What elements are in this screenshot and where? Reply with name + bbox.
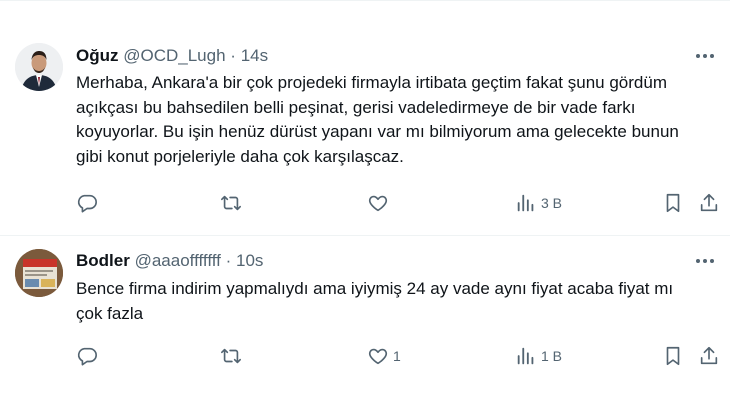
heart-icon (368, 195, 388, 212)
share-icon (700, 346, 718, 365)
tweet-text: Bence firma indirim yapmalıydı ama iyiym… (76, 279, 674, 323)
author-handle[interactable]: @OCD_Lugh (123, 46, 225, 65)
views-button[interactable]: 1 B (515, 342, 562, 370)
more-options-button[interactable] (690, 44, 720, 68)
share-button[interactable] (698, 342, 720, 370)
retweet-icon (221, 348, 241, 364)
reply-icon (77, 194, 97, 213)
retweet-button[interactable] (220, 189, 246, 217)
author-name[interactable]: Oğuz (76, 46, 119, 65)
avatar[interactable] (15, 43, 63, 91)
views-button[interactable]: 3 B (515, 189, 562, 217)
like-button[interactable] (367, 189, 393, 217)
retweet-button[interactable] (220, 342, 246, 370)
separator-dot: · (225, 251, 232, 270)
views-bar-chart-icon (517, 194, 534, 212)
tweet[interactable]: Bodler @aaaofffffff · 10s Bence firma in… (0, 235, 730, 420)
bookmark-button[interactable] (662, 342, 684, 370)
more-horizontal-icon (696, 259, 714, 263)
like-count: 1 (393, 348, 401, 364)
tweet-actions: 3 B (0, 189, 730, 217)
tweet[interactable]: Oğuz @OCD_Lugh · 14s Merhaba, Ankara'a b… (0, 0, 730, 236)
bookmark-icon (666, 193, 680, 213)
author-name[interactable]: Bodler (76, 251, 130, 270)
tweet-actions: 1 1 B (0, 342, 730, 370)
tweet-header: Oğuz @OCD_Lugh · 14s (76, 44, 680, 68)
share-icon (700, 193, 718, 212)
person-avatar-icon (15, 43, 63, 91)
like-button[interactable]: 1 (367, 342, 401, 370)
more-horizontal-icon (696, 54, 714, 58)
share-button[interactable] (698, 189, 720, 217)
reply-icon (77, 347, 97, 366)
view-count: 3 B (541, 195, 563, 211)
avatar[interactable] (15, 249, 63, 297)
more-options-button[interactable] (690, 249, 720, 273)
bookmark-icon (666, 346, 680, 366)
retweet-icon (221, 195, 241, 211)
timestamp[interactable]: 10s (236, 251, 263, 270)
tweet-text: Merhaba, Ankara'a bir çok projedeki firm… (76, 73, 679, 166)
tweet-header: Bodler @aaaofffffff · 10s (76, 249, 680, 273)
reply-button[interactable] (76, 189, 102, 217)
author-handle[interactable]: @aaaofffffff (135, 251, 221, 270)
view-count: 1 B (541, 348, 563, 364)
timestamp[interactable]: 14s (241, 46, 268, 65)
heart-icon (368, 348, 388, 365)
reply-button[interactable] (76, 342, 102, 370)
bookmark-button[interactable] (662, 189, 684, 217)
separator-dot: · (230, 46, 236, 65)
tweet-feed: Oğuz @OCD_Lugh · 14s Merhaba, Ankara'a b… (0, 0, 730, 420)
brochure-avatar-icon (15, 249, 63, 297)
views-bar-chart-icon (517, 347, 534, 365)
